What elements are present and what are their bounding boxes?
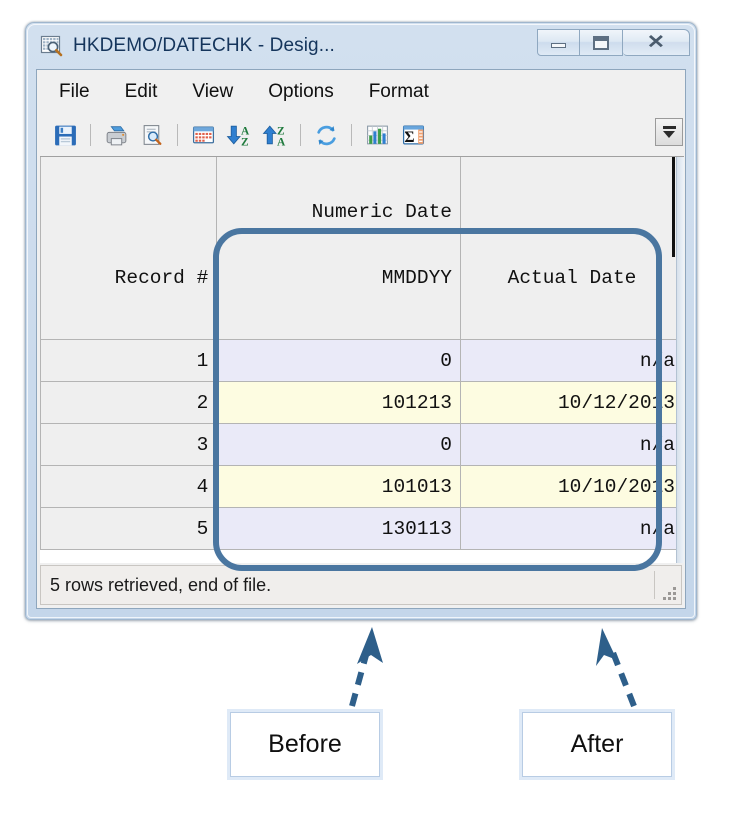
save-icon: [54, 125, 76, 145]
table-row[interactable]: 5 130113 n/a: [40, 507, 684, 550]
minimize-icon: [551, 43, 566, 48]
svg-text:A: A: [277, 136, 286, 148]
menu-bar: File Edit View Options Format: [37, 70, 685, 114]
cell-numeric-date[interactable]: 0: [216, 339, 461, 382]
toolbar-separator: [177, 124, 178, 146]
table-search-icon: [40, 34, 64, 58]
cell-record[interactable]: 2: [40, 381, 218, 424]
cell-actual-date[interactable]: n/a: [460, 507, 684, 550]
status-divider: [654, 571, 655, 599]
column-header-numeric-date-line1: Numeric Date: [311, 201, 452, 223]
status-message: 5 rows retrieved, end of file.: [50, 574, 272, 595]
result-table: Record # Numeric Date MMDDYY Actual Date: [40, 157, 684, 550]
menu-item-options[interactable]: Options: [268, 81, 333, 103]
vertical-scrollbar[interactable]: [676, 157, 684, 563]
sum-icon: Σ: [402, 124, 424, 145]
refresh-icon: [316, 125, 336, 145]
grid-cell-cursor: [672, 157, 675, 257]
callout-after-label: After: [570, 730, 624, 758]
cell-record[interactable]: 3: [40, 423, 218, 466]
print-preview-icon: [143, 124, 161, 145]
cell-actual-date[interactable]: n/a: [460, 423, 684, 466]
table-row[interactable]: 2 101213 10/12/2013: [40, 381, 684, 424]
chart-icon: [366, 125, 388, 144]
table-row[interactable]: 1 0 n/a: [40, 339, 684, 382]
print-preview-button[interactable]: [137, 120, 167, 150]
cell-actual-date[interactable]: n/a: [460, 339, 684, 382]
menu-item-edit[interactable]: Edit: [125, 81, 158, 103]
window-title: HKDEMO/DATECHK - Desig...: [73, 35, 335, 56]
cell-record[interactable]: 4: [40, 465, 218, 508]
table-header-row: Record # Numeric Date MMDDYY Actual Date: [40, 157, 684, 340]
callout-before: Before: [230, 712, 380, 777]
restore-button[interactable]: [580, 29, 623, 56]
sort-descending-button[interactable]: Z A: [260, 120, 290, 150]
column-header-record[interactable]: Record #: [40, 157, 218, 340]
resize-grip-icon[interactable]: [662, 586, 676, 600]
result-grid[interactable]: Record # Numeric Date MMDDYY Actual Date: [40, 156, 684, 563]
chart-button[interactable]: [362, 120, 392, 150]
before-arrow: [349, 627, 383, 707]
cell-numeric-date[interactable]: 101013: [216, 465, 461, 508]
cell-numeric-date[interactable]: 130113: [216, 507, 461, 550]
svg-text:Z: Z: [241, 136, 249, 148]
cell-numeric-date[interactable]: 101213: [216, 381, 461, 424]
refresh-button[interactable]: [311, 120, 341, 150]
table-body: 1 0 n/a 2 101213 10/12/2013 3 0 n/a 4 10…: [40, 339, 684, 550]
table-row[interactable]: 3 0 n/a: [40, 423, 684, 466]
column-header-record-line2: Record #: [114, 267, 209, 289]
toolbar-separator: [90, 124, 91, 146]
sort-ascending-button[interactable]: A Z: [224, 120, 254, 150]
toolbar-separator: [351, 124, 352, 146]
application-window: HKDEMO/DATECHK - Desig... ✕ File Edit Vi…: [25, 22, 697, 620]
grid-table-button[interactable]: [188, 120, 218, 150]
toolbar: A Z Z A Σ: [37, 114, 685, 156]
toolbar-separator: [300, 124, 301, 146]
sum-button[interactable]: Σ: [398, 120, 428, 150]
print-icon: [106, 125, 126, 145]
cell-actual-date[interactable]: 10/12/2013: [460, 381, 684, 424]
table-row[interactable]: 4 101013 10/10/2013: [40, 465, 684, 508]
column-header-numeric-date-line2: MMDDYY: [381, 267, 452, 289]
after-arrow: [596, 628, 637, 708]
close-icon: ✕: [646, 32, 666, 53]
callout-before-label: Before: [268, 730, 342, 758]
cell-record[interactable]: 1: [40, 339, 218, 382]
column-header-numeric-date[interactable]: Numeric Date MMDDYY: [216, 157, 461, 340]
grid-table-icon: [192, 126, 214, 143]
column-header-actual-date-line2: Actual Date: [507, 267, 637, 289]
cell-actual-date[interactable]: 10/10/2013: [460, 465, 684, 508]
cell-numeric-date[interactable]: 0: [216, 423, 461, 466]
sort-descending-icon: Z A: [262, 125, 286, 148]
menu-item-file[interactable]: File: [59, 81, 90, 103]
menu-item-view[interactable]: View: [192, 81, 233, 103]
column-header-actual-date[interactable]: Actual Date: [460, 157, 684, 340]
menu-item-format[interactable]: Format: [369, 81, 429, 103]
cell-record[interactable]: 5: [40, 507, 218, 550]
chevron-down-icon: [662, 126, 676, 138]
status-bar: 5 rows retrieved, end of file.: [40, 565, 682, 605]
screenshot-root: HKDEMO/DATECHK - Desig... ✕ File Edit Vi…: [0, 0, 735, 828]
title-bar[interactable]: HKDEMO/DATECHK - Desig... ✕: [26, 23, 696, 69]
close-button[interactable]: ✕: [623, 29, 690, 56]
svg-text:Σ: Σ: [404, 128, 414, 145]
save-button[interactable]: [50, 120, 80, 150]
print-button[interactable]: [101, 120, 131, 150]
toolbar-overflow-button[interactable]: [655, 118, 683, 146]
client-area: File Edit View Options Format A Z Z A Σ …: [36, 69, 686, 609]
restore-icon: [593, 35, 609, 50]
minimize-button[interactable]: [537, 29, 580, 56]
callout-after: After: [522, 712, 672, 777]
sort-ascending-icon: A Z: [226, 125, 250, 148]
window-controls: ✕: [537, 29, 690, 56]
